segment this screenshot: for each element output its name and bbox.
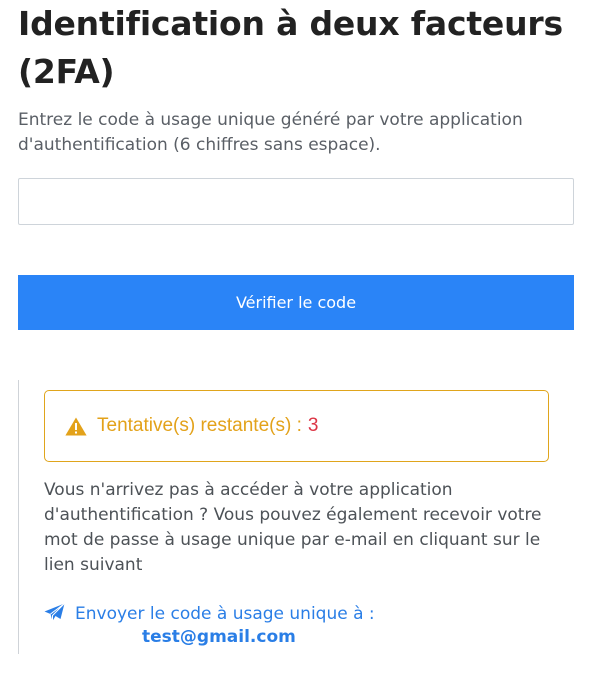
send-code-link-label: Envoyer le code à usage unique à :	[75, 604, 375, 624]
send-code-by-email-link[interactable]: Envoyer le code à usage unique à :	[44, 601, 444, 627]
attempts-remaining-count: 3	[307, 415, 319, 436]
otp-code-input[interactable]	[18, 178, 574, 225]
page-title: Identification à deux facteurs (2FA)	[18, 4, 563, 91]
page-subtitle: Entrez le code à usage unique généré par…	[18, 110, 523, 155]
email-fallback-help-text: Vous n'arrivez pas à accéder à votre app…	[44, 480, 542, 575]
paper-plane-icon	[44, 602, 65, 626]
section-divider	[18, 380, 19, 654]
warning-triangle-icon	[65, 417, 87, 436]
attempts-remaining-alert: Tentative(s) restante(s) : 3	[44, 390, 549, 462]
verify-code-button[interactable]: Vérifier le code	[18, 275, 574, 330]
recipient-email[interactable]: test@gmail.com	[142, 627, 296, 647]
attempts-remaining-label: Tentative(s) restante(s) :	[97, 415, 302, 436]
